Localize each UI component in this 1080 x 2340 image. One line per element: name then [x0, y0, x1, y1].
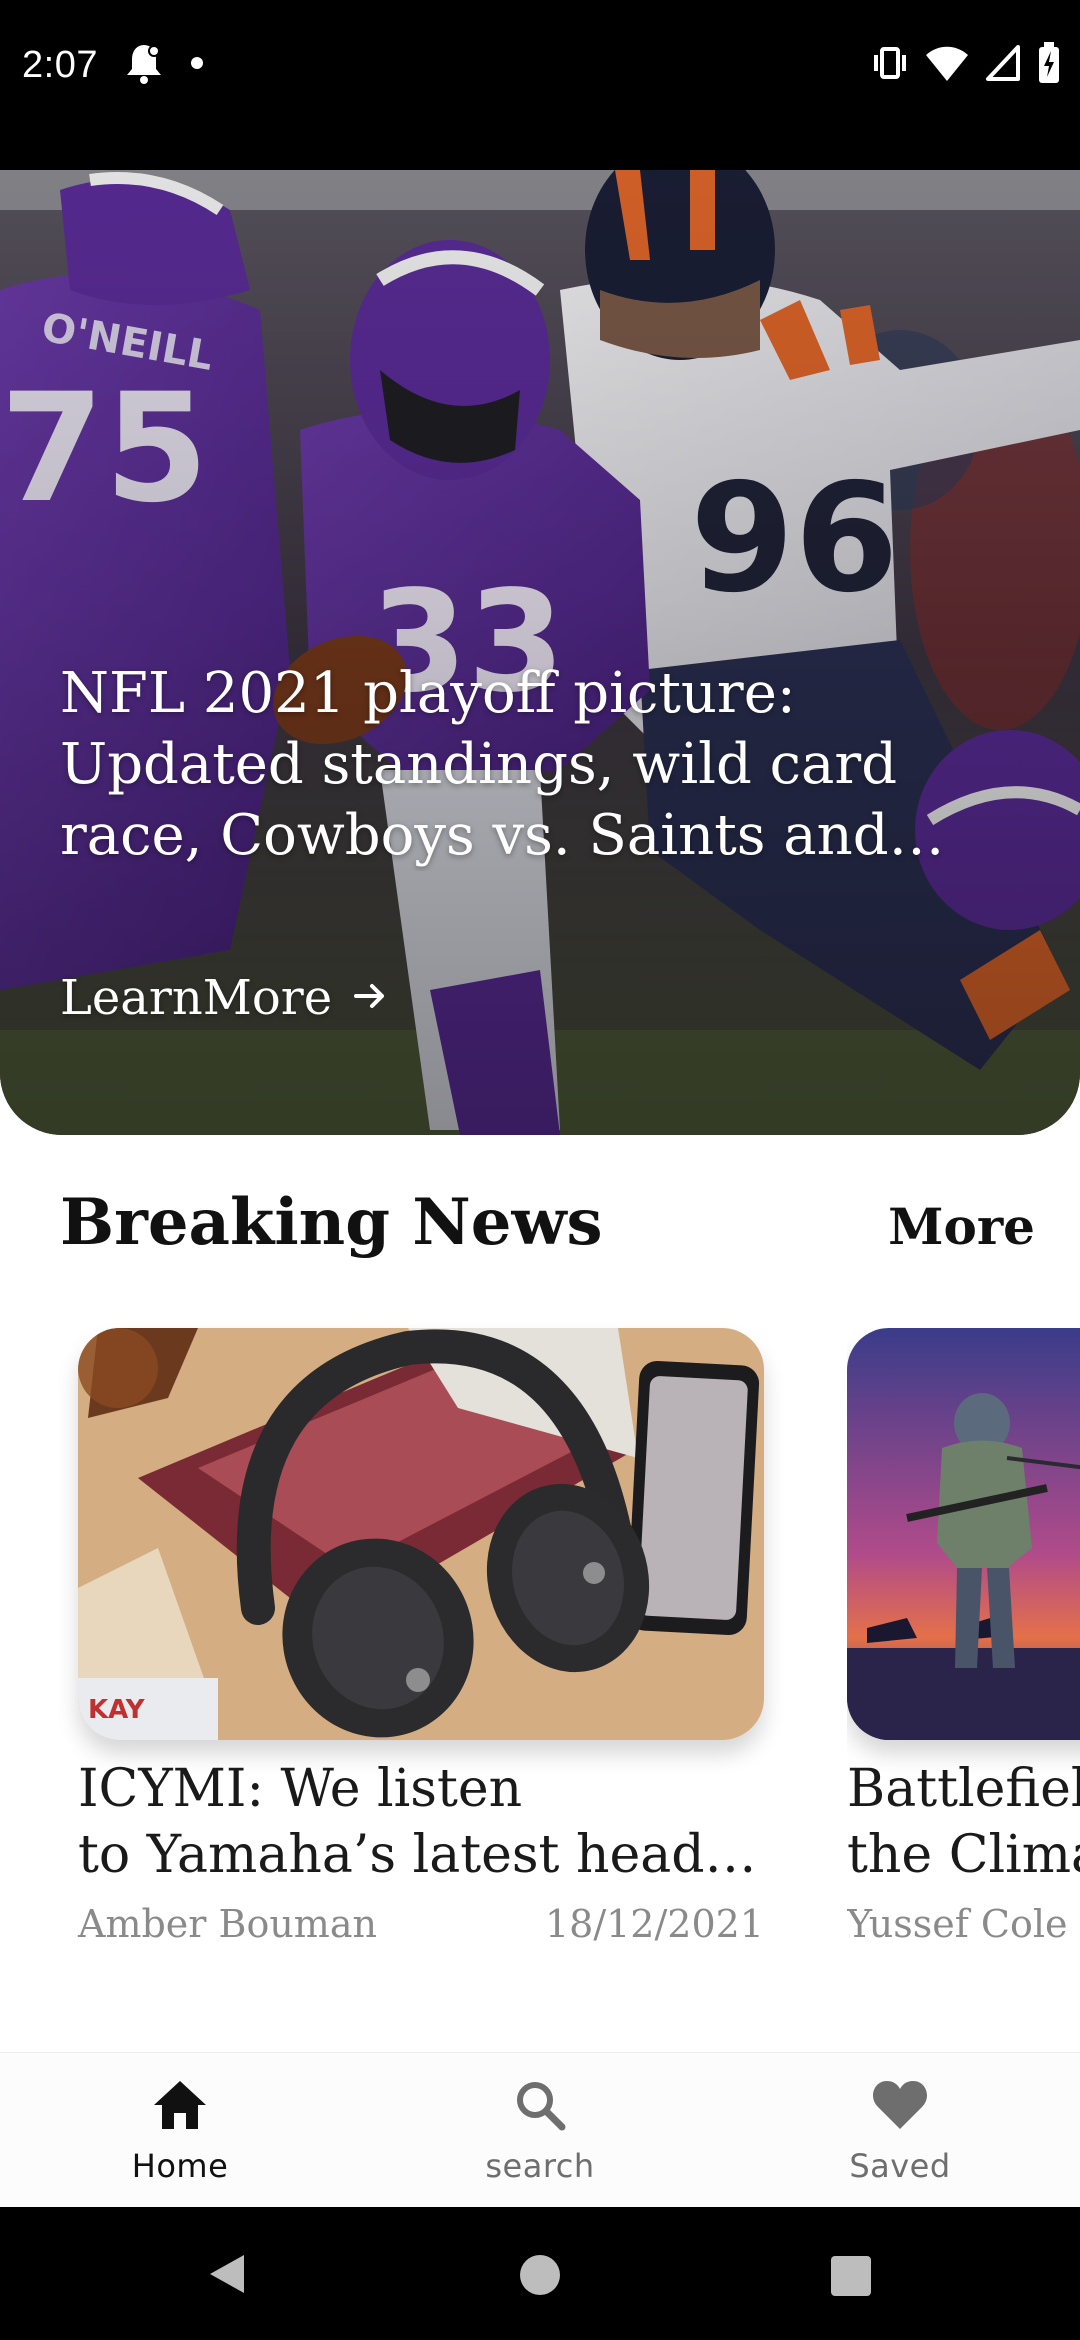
- card-title-line1: ICYMI: We listen: [78, 1759, 523, 1819]
- bottom-navigation: Home search Saved: [0, 2052, 1080, 2207]
- card-meta: Yussef Cole: [847, 1902, 1080, 1952]
- status-bar: 2:07: [0, 0, 1080, 170]
- nav-saved-label: Saved: [849, 2147, 951, 2185]
- recents-square-icon[interactable]: [830, 2255, 872, 2302]
- more-button[interactable]: More: [888, 1197, 1035, 1256]
- news-card[interactable]: KAY ICYMI: We listen to Yamaha’s latest …: [78, 1328, 778, 1952]
- search-icon: [510, 2077, 570, 2141]
- breaking-news-header: Breaking News More: [60, 1185, 1035, 1265]
- nav-home-label: Home: [131, 2147, 229, 2185]
- card-date: 18/12/2021: [544, 1902, 764, 1946]
- home-icon: [150, 2077, 210, 2141]
- dot-indicator-icon: [190, 56, 204, 75]
- hero-banner[interactable]: O'NEILL 75 96 33 NFL 2021 playoff pictur…: [0, 170, 1080, 1135]
- card-title[interactable]: Battlefield 2042 and the Climate: [847, 1756, 1080, 1888]
- notification-bell-icon: [124, 41, 164, 90]
- news-card[interactable]: Battlefield 2042 and the Climate Yussef …: [847, 1328, 1080, 1952]
- section-title: Breaking News: [60, 1185, 603, 1260]
- card-title-line1: Battlefield 2042 and: [847, 1759, 1080, 1819]
- hero-headline[interactable]: NFL 2021 playoff picture: Updated standi…: [60, 658, 960, 871]
- svg-text:KAY: KAY: [88, 1695, 146, 1725]
- card-image: [847, 1328, 1080, 1740]
- learn-more-label: LearnMore: [60, 970, 333, 1026]
- card-title[interactable]: ICYMI: We listen to Yamaha’s latest head…: [78, 1756, 778, 1888]
- news-card-clip: Battlefield 2042 and the Climate Yussef …: [847, 1328, 1080, 1968]
- back-icon[interactable]: [204, 2251, 248, 2302]
- status-time: 2:07: [22, 44, 98, 86]
- battery-charging-icon: [1036, 41, 1062, 90]
- card-meta: Amber Bouman 18/12/2021: [78, 1902, 764, 1952]
- nav-home[interactable]: Home: [60, 2077, 300, 2197]
- system-navigation-bar: [0, 2207, 1080, 2340]
- card-title-line2: the Climate: [847, 1825, 1080, 1885]
- heart-icon: [870, 2077, 930, 2141]
- nav-search-label: search: [485, 2147, 595, 2185]
- nav-search[interactable]: search: [420, 2077, 660, 2197]
- learn-more-link[interactable]: LearnMore: [60, 970, 388, 1026]
- home-circle-icon[interactable]: [518, 2253, 562, 2302]
- card-title-line2: to Yamaha’s latest headphones: [78, 1825, 778, 1885]
- arrow-right-icon: [352, 970, 388, 1026]
- vibrate-icon: [870, 43, 910, 88]
- card-author: Yussef Cole: [847, 1902, 1068, 1946]
- cell-signal-icon: [984, 43, 1022, 88]
- card-image: KAY: [78, 1328, 764, 1740]
- nav-saved[interactable]: Saved: [780, 2077, 1020, 2197]
- card-author: Amber Bouman: [78, 1902, 377, 1946]
- wifi-icon: [924, 43, 970, 88]
